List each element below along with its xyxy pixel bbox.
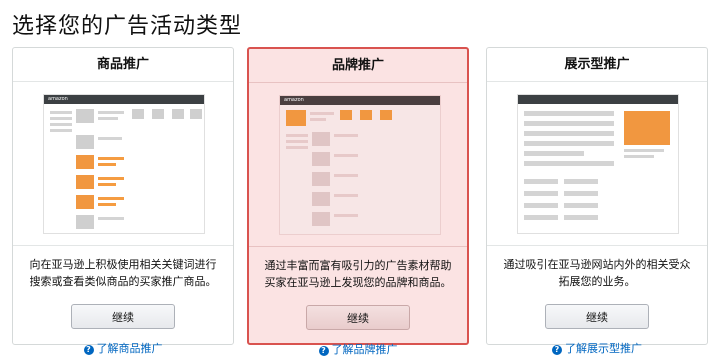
question-circle-icon: ? [83, 345, 94, 355]
learn-more-link[interactable]: ? 了解商品推广 [13, 340, 233, 356]
page-title: 选择您的广告活动类型 [12, 14, 243, 39]
learn-more-label[interactable]: 了解商品推广 [97, 342, 163, 355]
learn-more-link[interactable]: ? 了解展示型推广 [487, 340, 707, 356]
continue-button[interactable]: 继续 [545, 304, 649, 329]
campaign-card-sponsored-products[interactable]: 商品推广 amazon 向在亚马逊上积极使用相关关键词进行搜索或查看类似商品的买… [12, 47, 234, 355]
campaign-card-sponsored-display[interactable]: 展示型推广 通过吸引在亚马逊网站内外的相关受众拓展您的业务。 继续 ? 了解展示型… [486, 47, 708, 355]
image-icon [76, 155, 94, 169]
continue-button[interactable]: 继续 [71, 304, 175, 329]
learn-more-link[interactable]: ? 了解品牌推广 [249, 341, 467, 357]
question-circle-icon: ? [552, 345, 562, 355]
illustration-sponsored-display [487, 82, 707, 246]
campaign-card-sponsored-brands[interactable]: 品牌推广 amazon 通过丰富而富有吸引力的广告素材帮助买家在亚马逊上发现您的… [247, 47, 469, 356]
illustration-sponsored-brands: amazon [249, 83, 467, 247]
card-description: 通过吸引在亚马逊网站内外的相关受众拓展您的业务。 [503, 258, 691, 288]
amazon-logo: amazon [48, 96, 68, 102]
illustration-sponsored-products: amazon [13, 82, 233, 246]
card-description: 通过丰富而富有吸引力的广告素材帮助买家在亚马逊上发现您的品牌和商品。 [264, 259, 452, 289]
image-icon [286, 110, 306, 126]
card-title: 展示型推广 [487, 48, 707, 82]
learn-more-label[interactable]: 了解展示型推广 [565, 342, 642, 355]
amazon-logo: amazon [284, 97, 304, 103]
card-title: 商品推广 [13, 48, 233, 82]
learn-more-label[interactable]: 了解品牌推广 [332, 343, 398, 356]
display-ad-image-icon [624, 111, 670, 145]
image-icon [76, 109, 94, 123]
card-description: 向在亚马逊上积极使用相关关键词进行搜索或查看类似商品的买家推广商品。 [29, 258, 217, 288]
question-circle-icon: ? [318, 346, 329, 356]
continue-button[interactable]: 继续 [306, 305, 410, 330]
card-title: 品牌推广 [249, 49, 467, 83]
